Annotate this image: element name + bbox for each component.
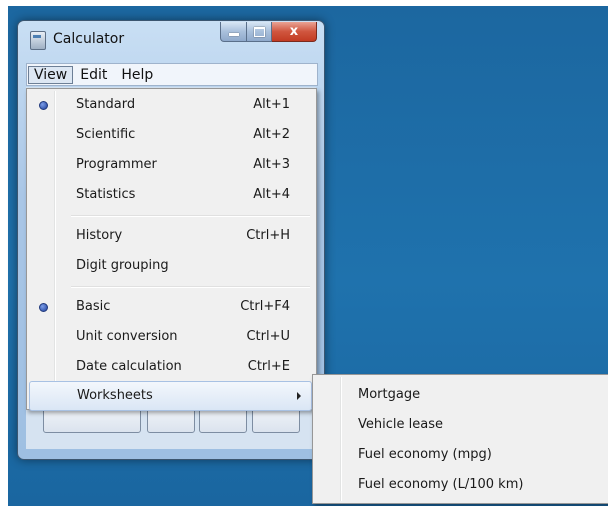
menu-item-label: Unit conversion bbox=[76, 329, 178, 344]
submenu-item-fuel-economy-l100km[interactable]: Fuel economy (L/100 km) bbox=[315, 471, 605, 499]
window-title: Calculator bbox=[53, 31, 125, 47]
menu-item-label: Programmer bbox=[76, 157, 157, 172]
menu-item-shortcut: Alt+2 bbox=[253, 127, 290, 142]
menu-item-digit-grouping[interactable]: Digit grouping bbox=[29, 252, 312, 280]
worksheets-submenu: Mortgage Vehicle lease Fuel economy (mpg… bbox=[312, 374, 608, 504]
menu-item-label: Digit grouping bbox=[76, 258, 169, 273]
close-button[interactable]: x bbox=[272, 22, 317, 42]
window-controls: x bbox=[220, 22, 317, 42]
menu-item-shortcut: Ctrl+U bbox=[246, 329, 290, 344]
menu-item-date-calculation[interactable]: Date calculation Ctrl+E bbox=[29, 353, 312, 381]
minimize-button[interactable] bbox=[220, 22, 247, 42]
menu-help[interactable]: Help bbox=[114, 66, 160, 84]
menu-item-label: Basic bbox=[76, 299, 111, 314]
minimize-icon bbox=[228, 33, 239, 36]
menu-item-label: Standard bbox=[76, 97, 136, 112]
menu-item-label: Scientific bbox=[76, 127, 136, 142]
menu-item-shortcut: Alt+1 bbox=[253, 97, 290, 112]
radio-bullet-icon bbox=[39, 303, 48, 312]
menu-item-history[interactable]: History Ctrl+H bbox=[29, 222, 312, 250]
radio-bullet-icon bbox=[39, 101, 48, 110]
menu-item-label: Date calculation bbox=[76, 359, 182, 374]
menu-item-shortcut: Ctrl+F4 bbox=[240, 299, 290, 314]
menu-item-scientific[interactable]: Scientific Alt+2 bbox=[29, 121, 312, 149]
menu-separator bbox=[71, 286, 310, 288]
menu-item-standard[interactable]: Standard Alt+1 bbox=[29, 91, 312, 119]
menu-item-label: Mortgage bbox=[358, 387, 421, 402]
menu-item-unit-conversion[interactable]: Unit conversion Ctrl+U bbox=[29, 323, 312, 351]
menu-item-label: Worksheets bbox=[77, 388, 153, 403]
menu-item-worksheets[interactable]: Worksheets bbox=[29, 381, 312, 411]
submenu-item-mortgage[interactable]: Mortgage bbox=[315, 381, 605, 409]
menu-item-shortcut: Ctrl+E bbox=[247, 359, 290, 374]
maximize-icon bbox=[253, 26, 265, 37]
close-icon: x bbox=[289, 24, 299, 39]
maximize-button[interactable] bbox=[247, 22, 272, 42]
submenu-item-fuel-economy-mpg[interactable]: Fuel economy (mpg) bbox=[315, 441, 605, 469]
view-menu-dropdown: Standard Alt+1 Scientific Alt+2 Programm… bbox=[26, 88, 317, 411]
calculator-app-icon bbox=[30, 31, 46, 50]
menu-edit[interactable]: Edit bbox=[73, 66, 114, 84]
menu-separator bbox=[71, 215, 310, 217]
submenu-item-vehicle-lease[interactable]: Vehicle lease bbox=[315, 411, 605, 439]
menu-item-label: Fuel economy (mpg) bbox=[358, 447, 492, 462]
submenu-arrow-icon bbox=[297, 392, 301, 400]
menu-item-shortcut: Ctrl+H bbox=[246, 228, 290, 243]
menu-item-shortcut: Alt+3 bbox=[253, 157, 290, 172]
menu-item-basic[interactable]: Basic Ctrl+F4 bbox=[29, 293, 312, 321]
menu-item-programmer[interactable]: Programmer Alt+3 bbox=[29, 151, 312, 179]
menu-item-label: History bbox=[76, 228, 123, 243]
menu-item-statistics[interactable]: Statistics Alt+4 bbox=[29, 181, 312, 209]
menu-item-label: Statistics bbox=[76, 187, 136, 202]
menu-bar: View Edit Help bbox=[26, 63, 318, 86]
menu-view[interactable]: View bbox=[28, 65, 74, 84]
menu-item-label: Vehicle lease bbox=[358, 417, 443, 432]
menu-item-shortcut: Alt+4 bbox=[253, 187, 290, 202]
menu-item-label: Fuel economy (L/100 km) bbox=[358, 477, 524, 492]
